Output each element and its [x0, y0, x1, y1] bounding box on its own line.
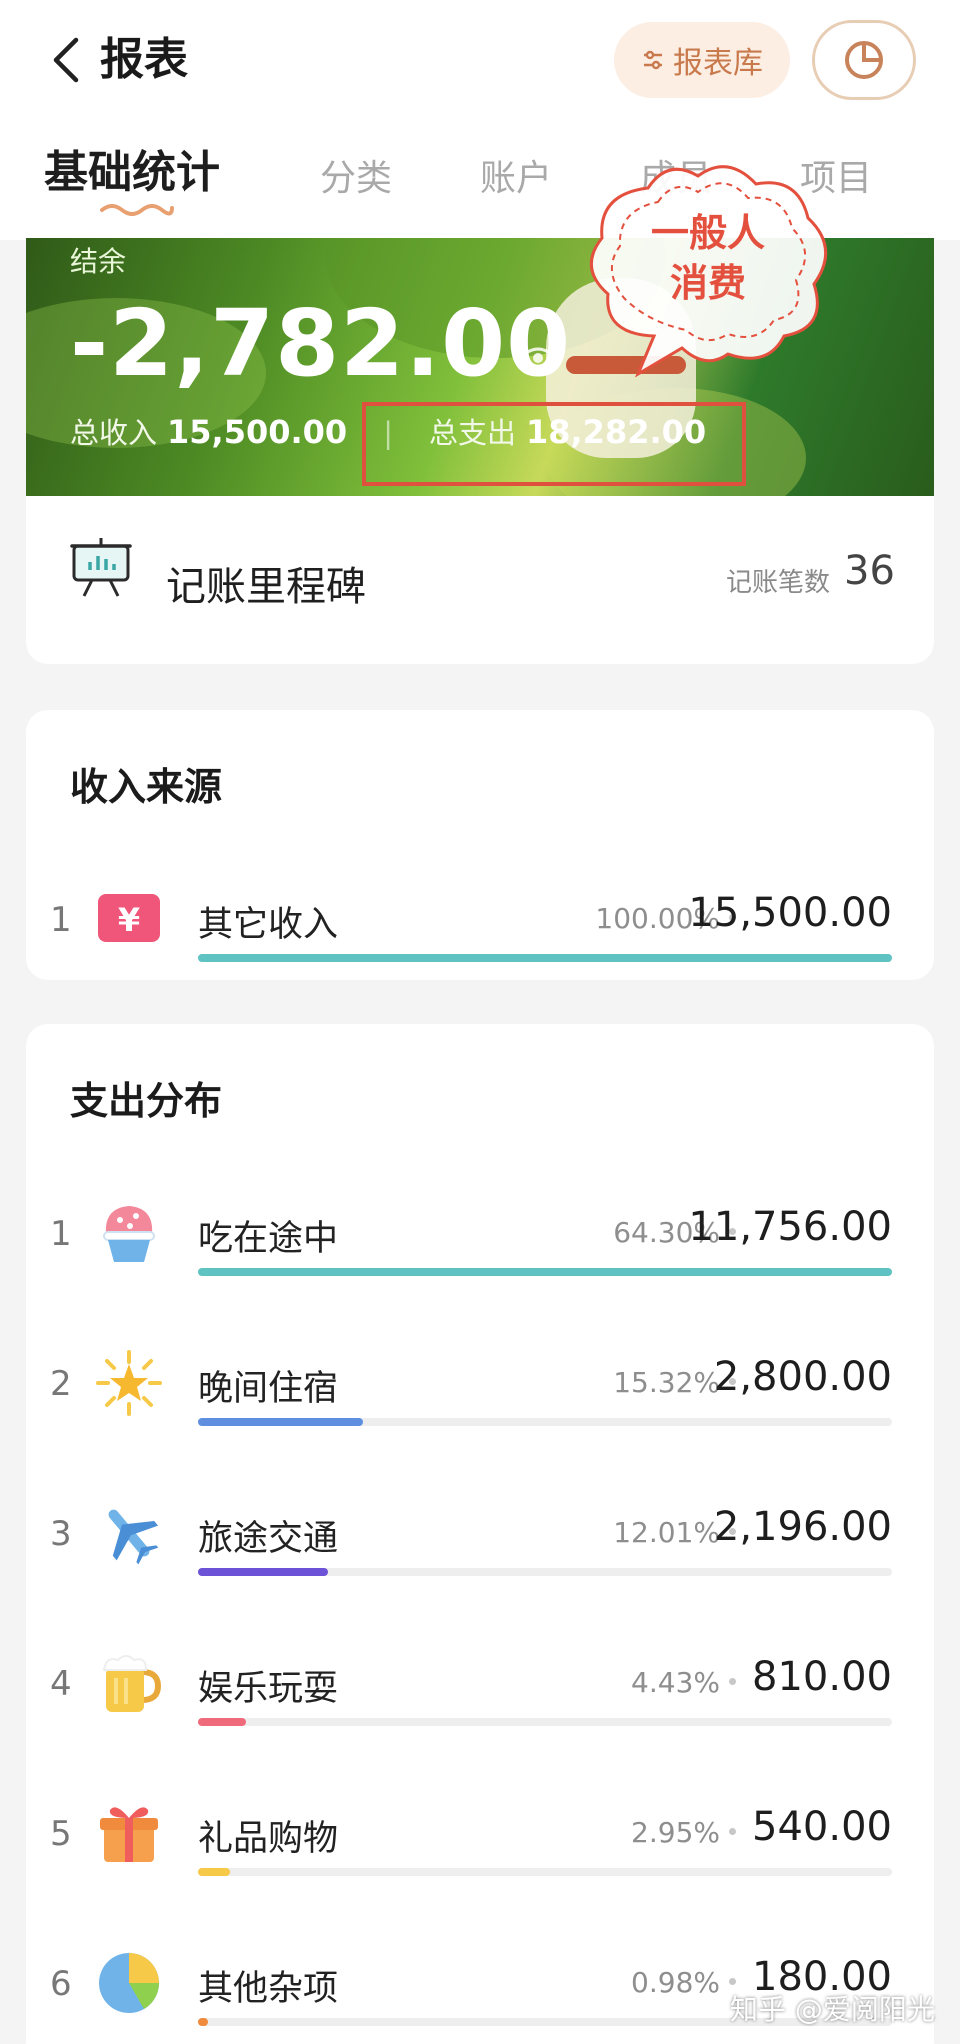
milestone-card[interactable]: 记账里程碑 记账笔数 36 [26, 496, 934, 664]
active-tab-indicator [100, 204, 174, 216]
report-library-label: 报表库 [673, 46, 763, 81]
row-name: 旅途交通 [198, 1519, 339, 1559]
progress-track [198, 1568, 892, 1576]
row-percent: 12.01% [613, 1516, 720, 1549]
pie-chart-icon [99, 1953, 159, 2013]
expense-section-title: 支出分布 [70, 1079, 223, 1123]
progress-fill [198, 2018, 209, 2026]
progress-track [198, 1418, 892, 1426]
row-name: 娱乐玩耍 [198, 1669, 339, 1709]
row-rank: 3 [50, 1514, 72, 1554]
row-name: 吃在途中 [198, 1219, 339, 1259]
balance-label: 结余 [70, 245, 127, 278]
expense-row[interactable]: 4 娱乐玩耍 4.43% 810.00 [26, 1644, 934, 1754]
row-percent: 15.32% [613, 1366, 720, 1399]
row-rank: 1 [50, 900, 72, 940]
row-percent: 4.43% [631, 1666, 720, 1699]
balance-value: -2,782.00 [70, 290, 572, 397]
progress-fill [198, 1268, 892, 1276]
watermark: 知乎 @爱阅阳光 [730, 1993, 935, 2026]
row-rank: 6 [50, 1964, 72, 2004]
tab-category[interactable]: 分类 [320, 154, 392, 204]
back-arrow-icon[interactable] [46, 34, 86, 86]
row-name: 其他杂项 [198, 1969, 339, 2009]
record-count-label: 记账笔数 [726, 568, 831, 598]
row-separator-dot [729, 1678, 736, 1685]
progress-track [198, 1268, 892, 1276]
pie-chart-icon [845, 41, 883, 79]
row-name: 礼品购物 [198, 1819, 339, 1859]
expense-row[interactable]: 2 晚间住宿 15.32% 2,800.00 [26, 1344, 934, 1454]
annotation-line-2: 消费 [669, 261, 746, 305]
income-source-card: 收入来源 1 ¥ 其它收入 100.00% 15,500.00 [26, 710, 934, 980]
row-separator-dot [729, 1978, 736, 1985]
row-rank: 2 [50, 1364, 72, 1404]
row-name: 晚间住宿 [198, 1369, 339, 1409]
row-rank: 1 [50, 1214, 72, 1254]
airplane-icon [108, 1509, 159, 1565]
row-name: 其它收入 [198, 905, 339, 945]
progress-fill [198, 1718, 246, 1726]
expense-row[interactable]: 1 吃在途中 64.30% 11,756.00 [26, 1194, 934, 1304]
progress-fill [198, 1868, 230, 1876]
row-amount: 810.00 [752, 1654, 892, 1700]
eye-icon[interactable] [518, 344, 558, 372]
income-section-title: 收入来源 [70, 765, 223, 809]
page-title: 报表 [100, 34, 188, 85]
beer-icon [102, 1655, 162, 1712]
milestone-label: 记账里程碑 [166, 564, 366, 610]
total-income-label: 总收入 [70, 416, 158, 450]
row-separator-dot [729, 1828, 736, 1835]
row-amount: 2,196.00 [713, 1504, 892, 1550]
tab-basic-stats[interactable]: 基础统计 [44, 148, 220, 198]
tab-account[interactable]: 账户 [480, 154, 552, 204]
svg-text:¥: ¥ [118, 901, 140, 939]
record-count-value: 36 [844, 548, 895, 594]
progress-track [198, 1868, 892, 1876]
expense-row[interactable]: 3 旅途交通 12.01% 2,196.00 [26, 1494, 934, 1604]
row-rank: 4 [50, 1664, 72, 1704]
chart-view-button[interactable] [812, 20, 916, 100]
row-amount: 11,756.00 [688, 1204, 892, 1250]
row-amount: 15,500.00 [688, 890, 892, 936]
row-amount: 2,800.00 [713, 1354, 892, 1400]
expense-distribution-card: 支出分布 1 吃在途中 64.30% 11,756.00 2 晚间住宿 15.3… [26, 1024, 934, 2044]
progress-track [198, 1718, 892, 1726]
shaved-ice-icon [103, 1206, 155, 1262]
top-bar: 报表 报表库 [0, 0, 960, 122]
income-row[interactable]: 1 ¥ 其它收入 100.00% 15,500.00 [26, 880, 934, 990]
progress-fill [198, 954, 892, 962]
annotation-text: 一般人 消费 [610, 208, 806, 308]
presentation-board-icon [70, 538, 132, 597]
progress-fill [198, 1568, 328, 1576]
row-rank: 5 [50, 1814, 72, 1854]
row-amount: 540.00 [752, 1804, 892, 1850]
expense-row[interactable]: 5 礼品购物 2.95% 540.00 [26, 1794, 934, 1904]
progress-fill [198, 1418, 364, 1426]
total-income-value: 15,500.00 [167, 413, 348, 451]
report-library-button[interactable]: 报表库 [614, 22, 790, 98]
sliders-icon [644, 50, 662, 70]
star-icon [96, 1350, 162, 1416]
annotation-line-1: 一般人 [650, 211, 765, 255]
yen-icon: ¥ [98, 894, 160, 942]
row-percent: 2.95% [631, 1816, 720, 1849]
progress-track [198, 954, 892, 962]
row-percent: 0.98% [631, 1966, 720, 1999]
highlight-annotation-box [362, 402, 746, 486]
gift-icon [100, 1807, 158, 1862]
